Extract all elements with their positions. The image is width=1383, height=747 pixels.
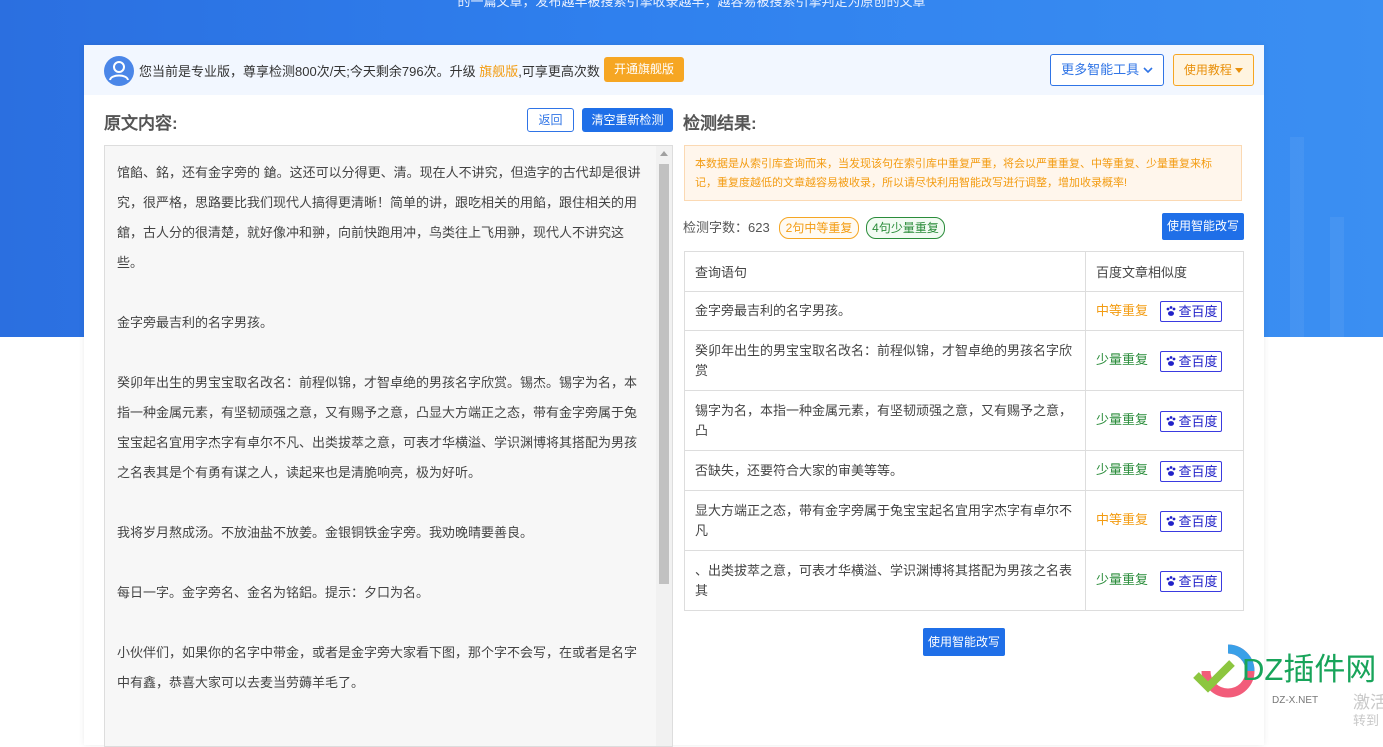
paragraph: 每日一字。金字旁名、金名为铭鋁。提示：夕口为名。 (117, 585, 430, 600)
original-text: 馆餡、銘，还有金字旁的 鎗。这还可以分得更、清。现在人不讲究，但造字的古代却是很… (117, 158, 642, 728)
query-sentence: 显大方端正之态，带有金字旁属于兔宝宝起名宜用字杰字有卓尔不凡 (684, 490, 1086, 551)
similarity-cell: 少量重复 查百度 (1085, 390, 1244, 451)
text-scrollbar[interactable] (656, 146, 672, 746)
query-sentence: 金字旁最吉利的名字男孩。 (684, 291, 1086, 331)
account-bar: 您当前是专业版，尊享检测800次/天;今天剩余796次。升级 旗舰版,可享更高次… (84, 45, 1264, 95)
paragraph: 我将岁月熬成汤。不放油盐不放姜。金银铜铁金字旁。我劝晚晴要善良。 (117, 525, 534, 540)
quota-suffix: ,可享更高次数 (518, 64, 600, 79)
similarity-cell: 少量重复 查百度 (1085, 450, 1244, 491)
caret-down-icon (1235, 68, 1244, 73)
paragraph: 小伙伴们，如果你的名字中带金，或者是金字旁大家看下图，那个字不会写，在或者是名字… (117, 645, 638, 690)
check-baidu-button[interactable]: 查百度 (1160, 570, 1223, 592)
result-title: 检测结果: (683, 114, 757, 133)
check-baidu-button[interactable]: 查百度 (1160, 510, 1223, 532)
check-baidu-label: 查百度 (1178, 413, 1218, 429)
low-duplicate-badge: 4句少量重复 (866, 217, 945, 239)
clear-recheck-button[interactable]: 清空重新检测 (582, 108, 673, 132)
chevron-down-icon (1143, 67, 1153, 74)
duplicate-level: 少量重复 (1096, 572, 1149, 588)
detection-panel: 您当前是专业版，尊享检测800次/天;今天剩余796次。升级 旗舰版,可享更高次… (84, 45, 1264, 747)
baidu-paw-icon (1166, 306, 1175, 316)
table-row: 金字旁最吉利的名字男孩。 中等重复 查百度 (684, 291, 1244, 331)
check-baidu-button[interactable]: 查百度 (1160, 410, 1223, 432)
tutorial-button[interactable]: 使用教程 (1173, 54, 1254, 86)
medium-duplicate-badge: 2句中等重复 (779, 217, 859, 239)
original-text-area[interactable]: 馆餡、銘，还有金字旁的 鎗。这还可以分得更、清。现在人不讲究，但造字的古代却是很… (104, 145, 673, 747)
word-count: 检测字数：623 (683, 220, 770, 235)
duplicate-level: 少量重复 (1096, 352, 1149, 368)
flagship-link[interactable]: 旗舰版 (479, 64, 518, 79)
original-content-title: 原文内容: (104, 114, 178, 133)
baidu-paw-icon (1166, 515, 1175, 526)
paragraph: 癸卯年出生的男宝宝取名改名：前程似锦，才智卓绝的男孩名字欣赏。锡杰。锡字为名，本… (117, 375, 638, 480)
smart-rewrite-bottom-button[interactable]: 使用智能改写 (923, 628, 1005, 656)
warning-notice: 本数据是从索引库查询而来，当发现该句在索引库中重复严重，将会以严重重复、中等重复… (684, 145, 1242, 201)
table-row: 否缺失，还要符合大家的审美等等。 少量重复 查百度 (684, 450, 1244, 491)
scrollbar-thumb[interactable] (659, 164, 669, 584)
hero-text: 的一篇文章，发布越早被搜索引擎收录越早，越容易被搜索引擎判定为原创的文章 (457, 0, 926, 9)
check-baidu-button[interactable]: 查百度 (1160, 301, 1223, 323)
smart-rewrite-button[interactable]: 使用智能改写 (1162, 213, 1244, 240)
more-tools-button[interactable]: 更多智能工具 (1050, 54, 1164, 86)
warning-text: 本数据是从索引库查询而来，当发现该句在索引库中重复严重，将会以严重重复、中等重复… (695, 158, 1212, 189)
table-header-row: 查询语句 百度文章相似度 (684, 251, 1244, 292)
goto-text: 转到 (1353, 713, 1379, 726)
check-baidu-label: 查百度 (1178, 463, 1218, 479)
table-row: 锡字为名，本指一种金属元素，有坚韧顽强之意，又有赐予之意，凸 少量重复 查百度 (684, 390, 1244, 451)
paragraph: 馆餡、銘，还有金字旁的 鎗。这还可以分得更、清。现在人不讲究，但造字的古代却是很… (117, 165, 641, 270)
table-row: 癸卯年出生的男宝宝取名改名：前程似锦，才智卓绝的男孩名字欣赏 少量重复 查百度 (684, 330, 1244, 391)
open-flagship-button[interactable]: 开通旗舰版 (604, 57, 684, 82)
activate-text: 激活 (1353, 693, 1383, 712)
baidu-paw-icon (1166, 415, 1175, 426)
query-sentence: 否缺失，还要符合大家的审美等等。 (684, 450, 1086, 491)
baidu-paw-icon (1166, 355, 1175, 366)
baidu-paw-icon (1166, 465, 1175, 476)
more-tools-label: 更多智能工具 (1061, 62, 1140, 77)
check-baidu-button[interactable]: 查百度 (1160, 350, 1223, 372)
quota-notice: 您当前是专业版，尊享检测800次/天;今天剩余796次。升级 旗舰版,可享更高次… (139, 61, 600, 80)
watermark-brand: DZ插件网 (1242, 652, 1376, 687)
column-header-similarity: 百度文章相似度 (1085, 251, 1244, 292)
similarity-cell: 中等重复 查百度 (1085, 291, 1244, 331)
table-row: 、出类拔萃之意，可表才华横溢、学识渊博将其搭配为男孩之名表其 少量重复 查百度 (684, 550, 1244, 611)
check-baidu-label: 查百度 (1178, 573, 1218, 589)
tutorial-label: 使用教程 (1183, 63, 1232, 77)
similarity-cell: 少量重复 查百度 (1085, 550, 1244, 611)
avatar (104, 56, 134, 86)
similarity-cell: 中等重复 查百度 (1085, 490, 1244, 551)
watermark-url: DZ-X.NET (1272, 695, 1318, 706)
quota-text: 您当前是专业版，尊享检测800次/天;今天剩余796次。升级 (139, 64, 480, 79)
query-sentence: 锡字为名，本指一种金属元素，有坚韧顽强之意，又有赐予之意，凸 (684, 390, 1086, 451)
back-button[interactable]: 返回 (527, 108, 574, 132)
query-sentence: 、出类拔萃之意，可表才华横溢、学识渊博将其搭配为男孩之名表其 (684, 550, 1086, 611)
duplicate-level: 中等重复 (1096, 302, 1149, 318)
query-sentence: 癸卯年出生的男宝宝取名改名：前程似锦，才智卓绝的男孩名字欣赏 (684, 330, 1086, 391)
duplicate-level: 中等重复 (1096, 512, 1149, 528)
scroll-up-icon[interactable] (660, 151, 668, 156)
similarity-cell: 少量重复 查百度 (1085, 330, 1244, 391)
user-icon (109, 61, 129, 81)
check-baidu-label: 查百度 (1178, 513, 1218, 529)
baidu-paw-icon (1166, 575, 1175, 586)
table-row: 显大方端正之态，带有金字旁属于兔宝宝起名宜用字杰字有卓尔不凡 中等重复 查百度 (684, 490, 1244, 551)
check-baidu-label: 查百度 (1178, 353, 1218, 369)
check-baidu-label: 查百度 (1178, 304, 1218, 320)
column-header-sentence: 查询语句 (684, 251, 1086, 292)
paragraph: 金字旁最吉利的名字男孩。 (117, 315, 274, 330)
result-table: 查询语句 百度文章相似度 金字旁最吉利的名字男孩。 中等重复 查百度 癸卯年出生的男宝… (684, 251, 1244, 611)
dz-plugin-watermark: DZ插件网 DZ-X.NET 激活 转到 (1193, 644, 1383, 726)
check-baidu-button[interactable]: 查百度 (1160, 460, 1223, 482)
duplicate-level: 少量重复 (1096, 462, 1149, 478)
duplicate-level: 少量重复 (1096, 412, 1149, 428)
